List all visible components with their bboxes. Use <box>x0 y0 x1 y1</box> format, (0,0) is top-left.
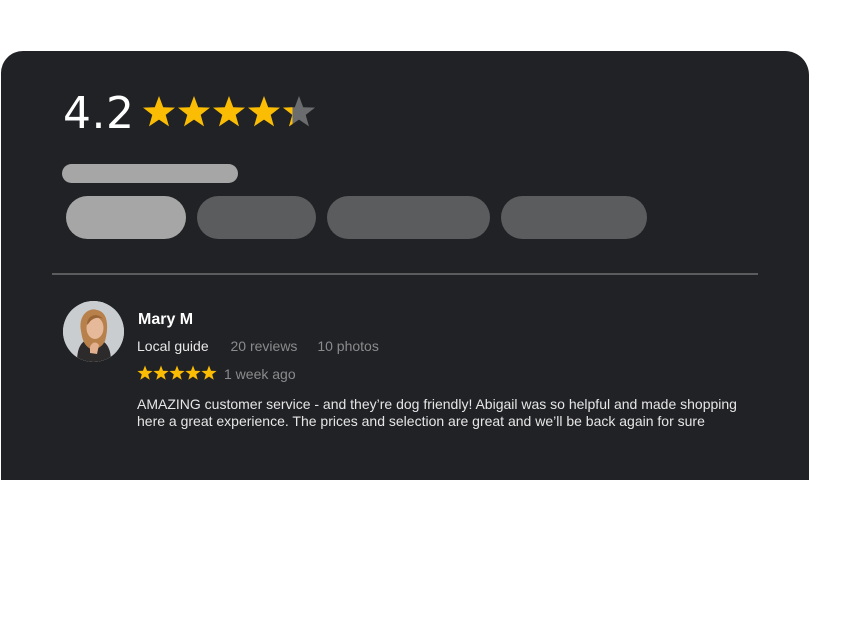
review-stars <box>137 365 217 380</box>
reviews-card: 4.2 Mary M Local guide 20 reviews 10 pho… <box>1 51 809 480</box>
star-5-partial-icon <box>283 96 315 127</box>
person-photo-icon <box>63 301 124 362</box>
review-star-3-icon <box>169 365 185 380</box>
filter-chip-1[interactable] <box>66 196 186 239</box>
star-2-icon <box>178 96 210 127</box>
review-date: 1 week ago <box>224 366 296 382</box>
reviewer-name[interactable]: Mary M <box>138 311 193 329</box>
star-3-icon <box>213 96 245 127</box>
avatar[interactable] <box>63 301 124 362</box>
review-star-2-icon <box>153 365 169 380</box>
star-4-icon <box>248 96 280 127</box>
reviews-count: 20 reviews <box>230 338 298 354</box>
local-guide-label: Local guide <box>137 338 209 354</box>
filter-chip-3[interactable] <box>327 196 490 239</box>
rating-value: 4.2 <box>63 88 135 139</box>
filter-chip-4[interactable] <box>501 196 647 239</box>
filter-title-placeholder <box>62 164 238 183</box>
star-1-icon <box>143 96 175 127</box>
filter-chip-2[interactable] <box>197 196 316 239</box>
review-star-5-icon <box>201 365 217 380</box>
review-star-1-icon <box>137 365 153 380</box>
photos-count: 10 photos <box>317 338 379 354</box>
rating-stars <box>143 96 315 127</box>
review-text: AMAZING customer service - and they’re d… <box>137 396 737 429</box>
divider <box>52 273 758 275</box>
reviewer-meta: Local guide 20 reviews 10 photos <box>137 338 379 354</box>
overall-rating: 4.2 <box>63 89 134 139</box>
review-star-4-icon <box>185 365 201 380</box>
